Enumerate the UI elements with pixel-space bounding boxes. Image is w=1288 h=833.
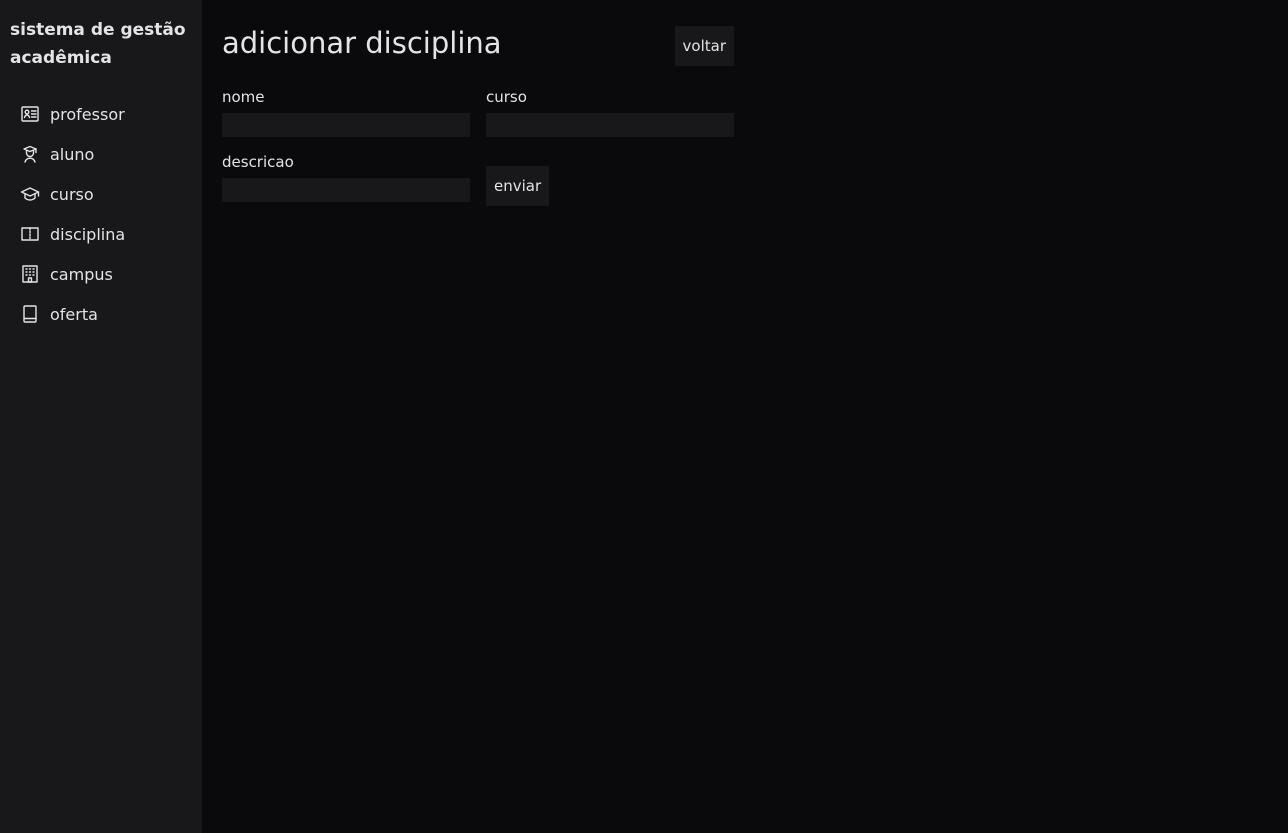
submit-cell: enviar: [486, 153, 734, 206]
curso-label: curso: [486, 88, 527, 106]
nome-label: nome: [222, 88, 265, 106]
sidebar-item-disciplina[interactable]: disciplina: [10, 214, 192, 254]
building-icon: [20, 264, 40, 284]
back-button[interactable]: voltar: [674, 26, 734, 66]
form-header: adicionar disciplina voltar: [222, 26, 734, 86]
sidebar-nav: professor aluno curso disciplina campus …: [10, 94, 192, 334]
sidebar-item-label: curso: [50, 184, 94, 204]
sidebar-item-label: oferta: [50, 304, 98, 324]
descricao-input[interactable]: [222, 178, 470, 202]
curso-field: curso: [486, 88, 734, 137]
main-content: adicionar disciplina voltar nome curso d…: [202, 0, 1288, 833]
sidebar-item-label: campus: [50, 264, 113, 284]
submit-button[interactable]: enviar: [486, 166, 550, 206]
sidebar-item-oferta[interactable]: oferta: [10, 294, 192, 334]
sidebar-item-label: professor: [50, 104, 125, 124]
sidebar-item-label: aluno: [50, 144, 95, 164]
curso-input[interactable]: [486, 113, 734, 137]
id-card-icon: [20, 104, 40, 124]
sidebar-item-curso[interactable]: curso: [10, 174, 192, 214]
form-grid: nome curso descricao enviar: [222, 88, 734, 206]
sidebar-item-professor[interactable]: professor: [10, 94, 192, 134]
app-root: sistema de gestão acadêmica professor al…: [0, 0, 1288, 833]
graduation-cap-icon: [20, 184, 40, 204]
page-title: adicionar disciplina: [222, 26, 502, 60]
discipline-form: adicionar disciplina voltar nome curso d…: [222, 26, 734, 206]
sidebar: sistema de gestão acadêmica professor al…: [0, 0, 202, 833]
open-book-icon: [20, 224, 40, 244]
sidebar-item-campus[interactable]: campus: [10, 254, 192, 294]
app-title: sistema de gestão acadêmica: [10, 20, 186, 68]
descricao-field: descricao: [222, 153, 470, 202]
sidebar-item-aluno[interactable]: aluno: [10, 134, 192, 174]
book-icon: [20, 304, 40, 324]
nome-input[interactable]: [222, 113, 470, 137]
descricao-label: descricao: [222, 153, 294, 171]
nome-field: nome: [222, 88, 470, 137]
student-icon: [20, 144, 40, 164]
sidebar-item-label: disciplina: [50, 224, 126, 244]
